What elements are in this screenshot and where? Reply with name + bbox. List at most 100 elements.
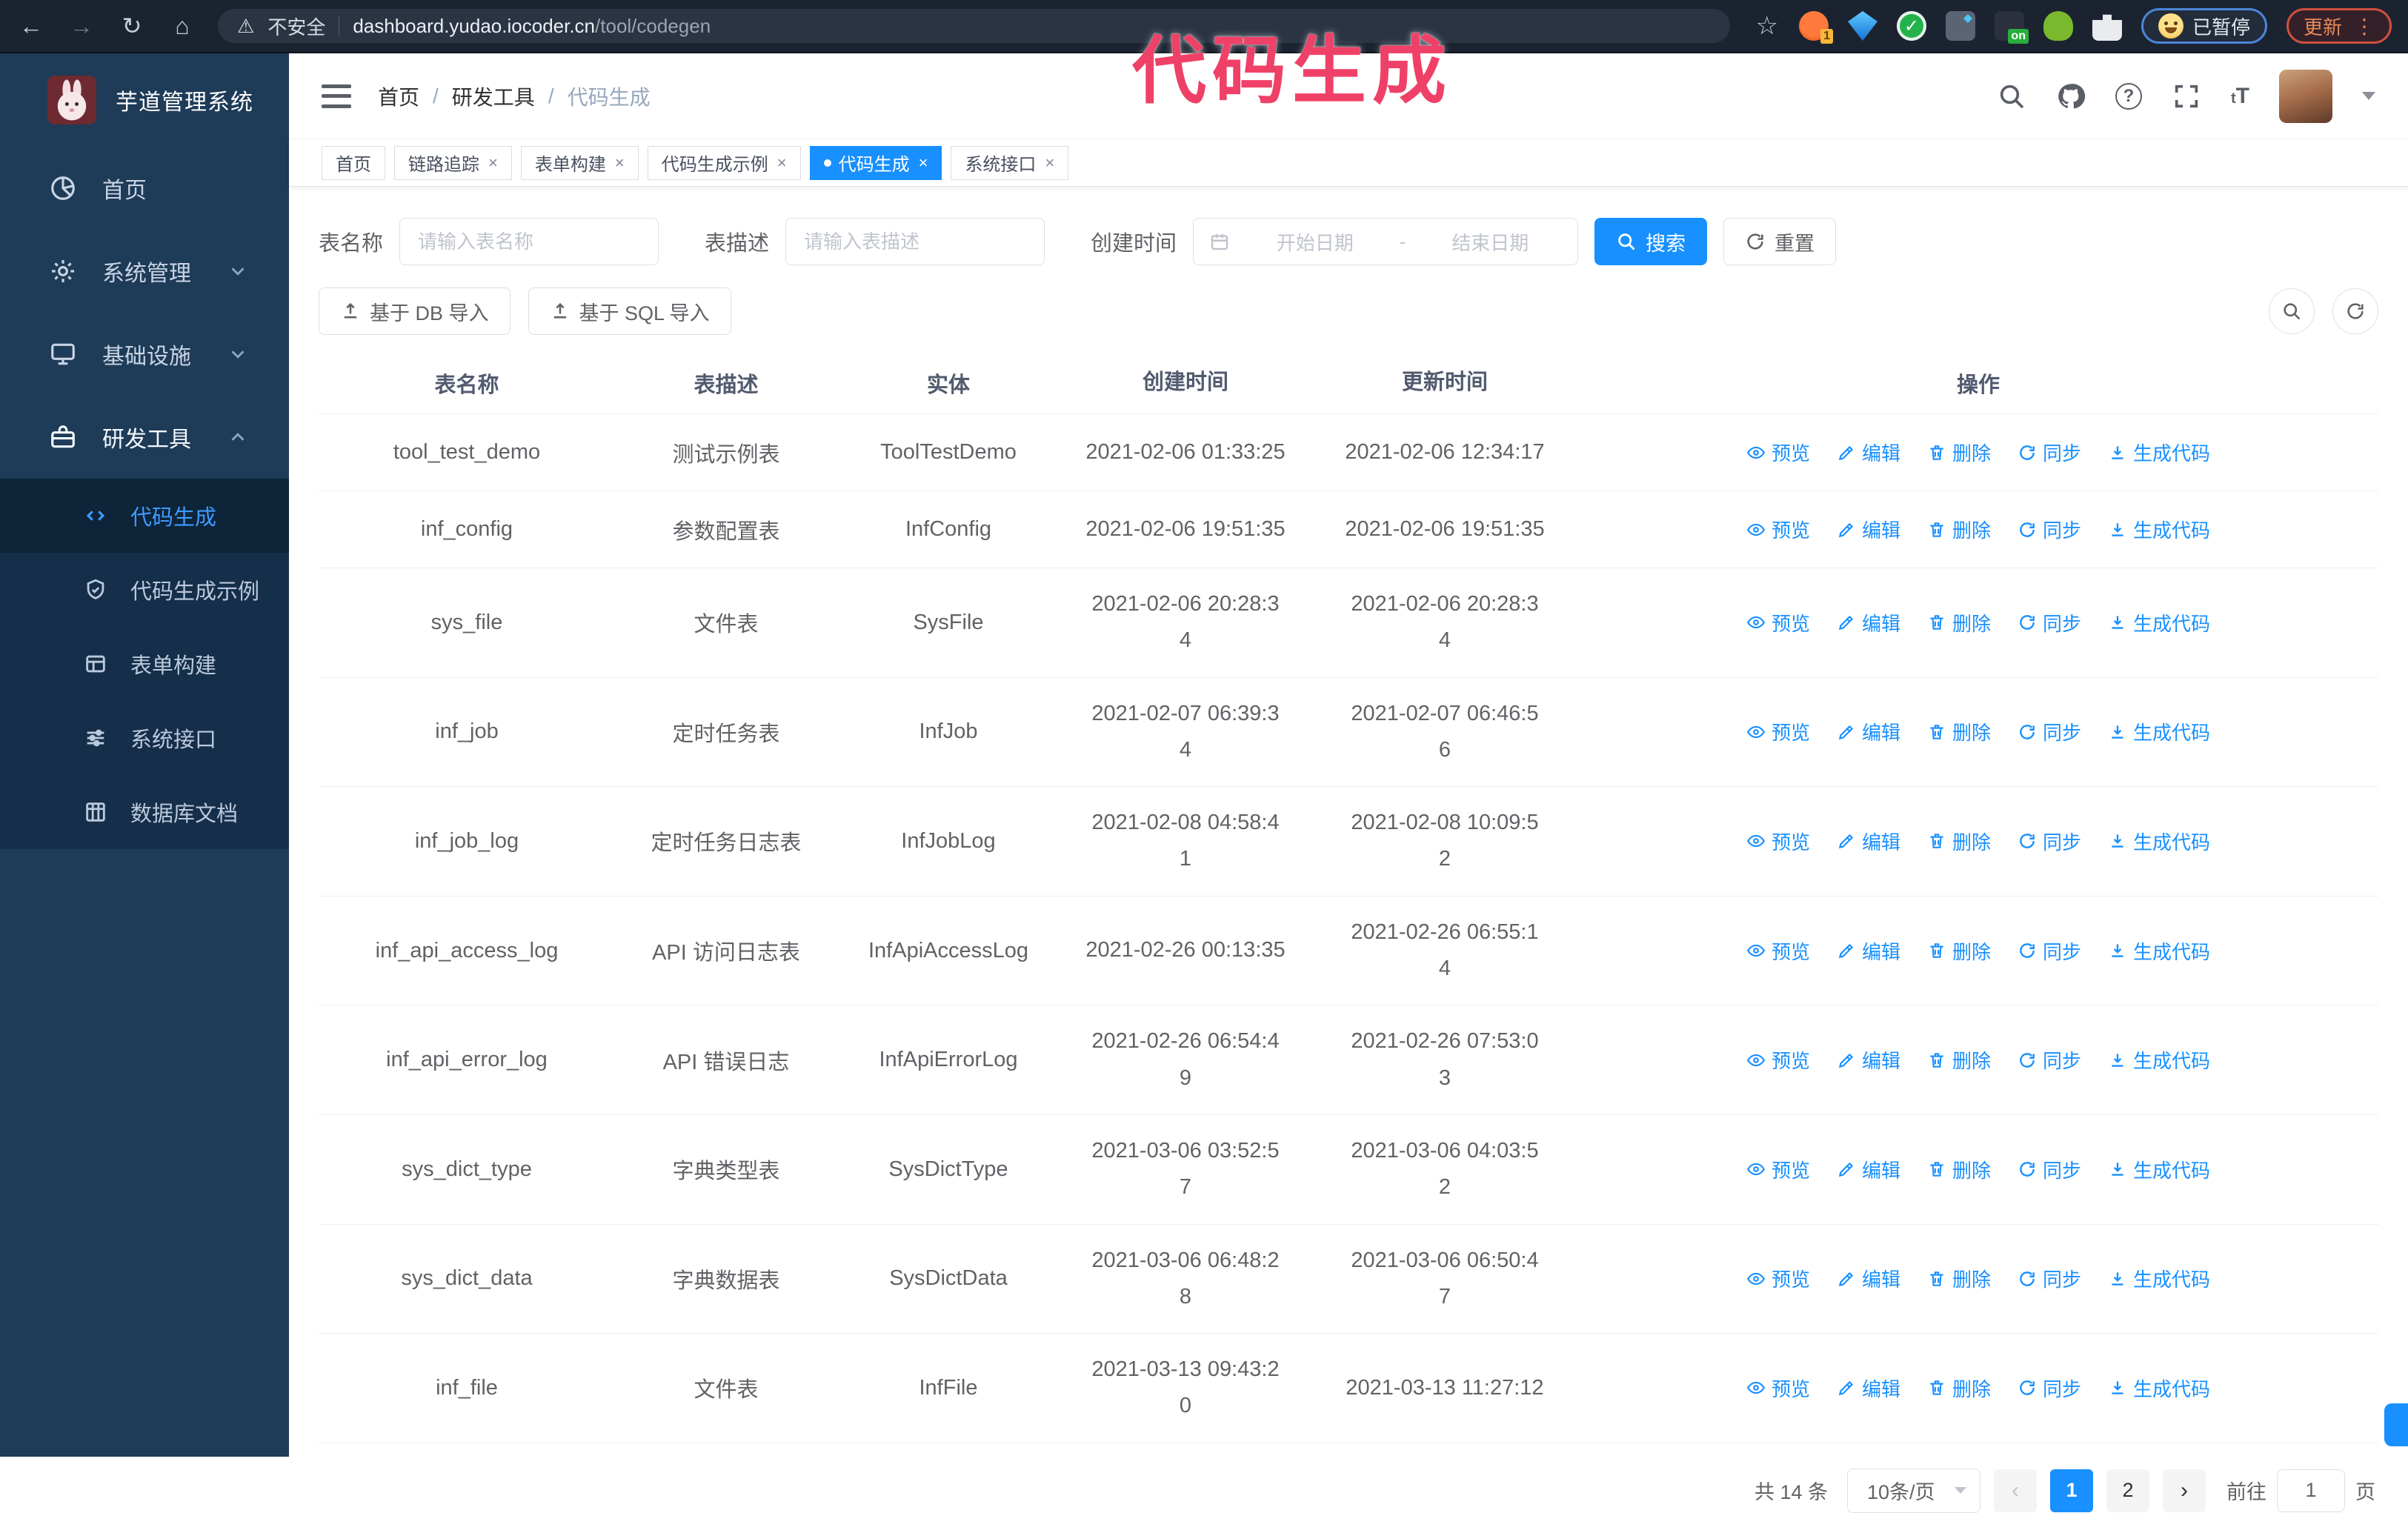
row-action-download[interactable]: 生成代码 <box>2108 1156 2210 1183</box>
table-name-input[interactable] <box>399 218 659 265</box>
sidebar-item-首页[interactable]: 首页 <box>0 147 289 230</box>
goto-page-input[interactable] <box>2277 1469 2345 1512</box>
view-tab-代码生成示例[interactable]: 代码生成示例 × <box>647 145 801 180</box>
row-action-eye[interactable]: 预览 <box>1746 1374 1810 1402</box>
row-action-trash[interactable]: 删除 <box>1927 1046 1991 1074</box>
row-action-download[interactable]: 生成代码 <box>2108 937 2210 965</box>
row-action-download[interactable]: 生成代码 <box>2108 1046 2210 1074</box>
view-tab-表单构建[interactable]: 表单构建 × <box>520 145 639 180</box>
row-action-edit[interactable]: 编辑 <box>1837 1374 1900 1402</box>
extension-icon[interactable] <box>1847 11 1877 41</box>
view-tab-链路追踪[interactable]: 链路追踪 × <box>394 145 512 180</box>
row-action-edit[interactable]: 编辑 <box>1837 937 1900 965</box>
row-action-download[interactable]: 生成代码 <box>2108 609 2210 636</box>
row-action-edit[interactable]: 编辑 <box>1837 439 1900 466</box>
row-action-download[interactable]: 生成代码 <box>2108 1374 2210 1402</box>
create-time-range-picker[interactable]: 开始日期 - 结束日期 <box>1193 218 1579 265</box>
row-action-trash[interactable]: 删除 <box>1927 1265 1991 1292</box>
view-tab-代码生成[interactable]: 代码生成 × <box>809 145 942 180</box>
import-sql-button[interactable]: 基于 SQL 导入 <box>528 287 731 335</box>
tab-close-icon[interactable]: × <box>777 153 787 173</box>
row-action-sync[interactable]: 同步 <box>2018 718 2081 745</box>
row-action-trash[interactable]: 删除 <box>1927 718 1991 745</box>
sidebar-item-研发工具[interactable]: 研发工具 <box>0 396 289 479</box>
row-action-trash[interactable]: 删除 <box>1927 1156 1991 1183</box>
tab-close-icon[interactable]: × <box>1045 153 1054 173</box>
sidebar-item-系统管理[interactable]: 系统管理 <box>0 230 289 313</box>
tab-close-icon[interactable]: × <box>488 153 498 173</box>
row-action-download[interactable]: 生成代码 <box>2108 828 2210 855</box>
import-db-button[interactable]: 基于 DB 导入 <box>319 287 510 335</box>
home-icon[interactable]: ⌂ <box>167 13 197 40</box>
row-action-trash[interactable]: 删除 <box>1927 937 1991 965</box>
row-action-download[interactable]: 生成代码 <box>2108 439 2210 466</box>
puzzle-extensions-icon[interactable] <box>2092 14 2122 41</box>
prev-page-button[interactable]: ‹ <box>1994 1469 2037 1512</box>
row-action-download[interactable]: 生成代码 <box>2108 1265 2210 1292</box>
row-action-eye[interactable]: 预览 <box>1746 1265 1810 1292</box>
back-icon[interactable]: ← <box>16 13 46 40</box>
extension-icon[interactable]: on <box>1994 11 2029 44</box>
sidebar-subitem-代码生成[interactable]: 代码生成 <box>0 479 289 553</box>
row-action-sync[interactable]: 同步 <box>2018 1374 2081 1402</box>
github-icon[interactable] <box>2056 82 2086 111</box>
row-action-sync[interactable]: 同步 <box>2018 516 2081 543</box>
row-action-eye[interactable]: 预览 <box>1746 516 1810 543</box>
search-button[interactable]: 搜索 <box>1594 218 1708 265</box>
page-button-1[interactable]: 1 <box>2050 1469 2093 1512</box>
row-action-edit[interactable]: 编辑 <box>1837 609 1900 636</box>
forward-icon[interactable]: → <box>67 13 96 40</box>
user-menu-caret-icon[interactable] <box>2362 92 2375 100</box>
extension-icon[interactable]: 1 <box>1798 11 1833 44</box>
reset-button[interactable]: 重置 <box>1723 218 1837 265</box>
refresh-table-button[interactable] <box>2332 288 2378 334</box>
row-action-trash[interactable]: 删除 <box>1927 609 1991 636</box>
tab-close-icon[interactable]: × <box>919 153 928 173</box>
breadcrumb-item[interactable]: 研发工具 <box>452 82 535 111</box>
sidebar-subitem-系统接口[interactable]: 系统接口 <box>0 701 289 775</box>
logo[interactable]: 芋道管理系统 <box>0 53 289 147</box>
next-page-button[interactable]: › <box>2163 1469 2206 1512</box>
floating-corner-button[interactable] <box>2384 1403 2408 1446</box>
sidebar-subitem-表单构建[interactable]: 表单构建 <box>0 627 289 701</box>
row-action-edit[interactable]: 编辑 <box>1837 1265 1900 1292</box>
row-action-sync[interactable]: 同步 <box>2018 439 2081 466</box>
row-action-edit[interactable]: 编辑 <box>1837 718 1900 745</box>
row-action-sync[interactable]: 同步 <box>2018 1156 2081 1183</box>
row-action-sync[interactable]: 同步 <box>2018 609 2081 636</box>
sidebar-subitem-数据库文档[interactable]: 数据库文档 <box>0 775 289 849</box>
extension-icon[interactable]: ✓ <box>1896 11 1926 41</box>
row-action-trash[interactable]: 删除 <box>1927 516 1991 543</box>
row-action-sync[interactable]: 同步 <box>2018 828 2081 855</box>
address-bar[interactable]: ⚠ 不安全 dashboard.yudao.iocoder.cn/tool/co… <box>218 9 1731 43</box>
user-avatar[interactable] <box>2279 69 2332 123</box>
sidebar-subitem-代码生成示例[interactable]: 代码生成示例 <box>0 553 289 627</box>
page-button-2[interactable]: 2 <box>2106 1469 2149 1512</box>
table-desc-input[interactable] <box>785 218 1045 265</box>
search-icon[interactable] <box>1997 82 2026 111</box>
row-action-trash[interactable]: 删除 <box>1927 439 1991 466</box>
row-action-trash[interactable]: 删除 <box>1927 1374 1991 1402</box>
view-tab-首页[interactable]: 首页 <box>322 145 385 180</box>
row-action-eye[interactable]: 预览 <box>1746 439 1810 466</box>
reload-icon[interactable]: ↻ <box>117 12 147 40</box>
row-action-eye[interactable]: 预览 <box>1746 937 1810 965</box>
row-action-eye[interactable]: 预览 <box>1746 1156 1810 1183</box>
toggle-search-button[interactable] <box>2269 288 2315 334</box>
hamburger-icon[interactable] <box>322 84 351 108</box>
font-size-icon[interactable]: tT <box>2231 84 2249 109</box>
sidebar-item-基础设施[interactable]: 基础设施 <box>0 313 289 396</box>
row-action-sync[interactable]: 同步 <box>2018 937 2081 965</box>
bookmark-star-icon[interactable]: ☆ <box>1755 11 1777 41</box>
extension-icon[interactable] <box>1945 11 1975 41</box>
fullscreen-icon[interactable] <box>2172 82 2201 111</box>
row-action-edit[interactable]: 编辑 <box>1837 1046 1900 1074</box>
page-size-select[interactable]: 10条/页 <box>1847 1468 1980 1513</box>
row-action-trash[interactable]: 删除 <box>1927 828 1991 855</box>
row-action-eye[interactable]: 预览 <box>1746 718 1810 745</box>
row-action-edit[interactable]: 编辑 <box>1837 516 1900 543</box>
row-action-sync[interactable]: 同步 <box>2018 1265 2081 1292</box>
extension-icon[interactable] <box>2043 11 2073 41</box>
row-action-download[interactable]: 生成代码 <box>2108 516 2210 543</box>
profile-paused-badge[interactable]: 已暂停 <box>2141 8 2267 44</box>
